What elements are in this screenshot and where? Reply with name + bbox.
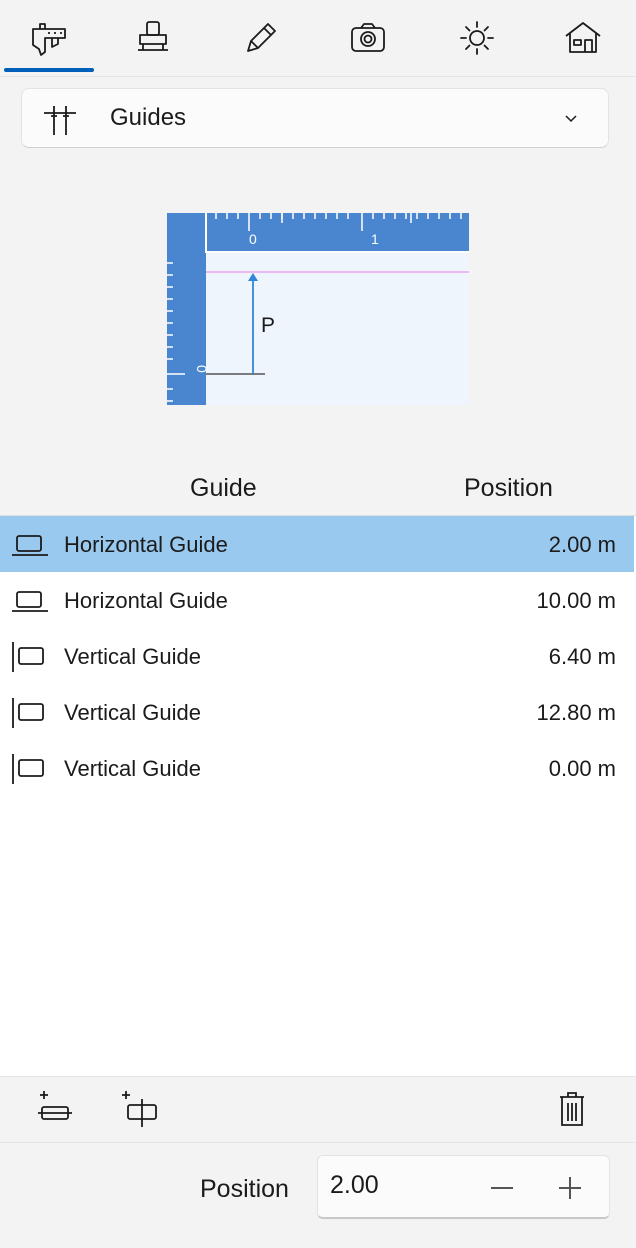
decrement-button[interactable]	[480, 1168, 524, 1208]
guide-row-position: 2.00 m	[548, 532, 616, 557]
chevron-down-icon	[565, 115, 577, 123]
pencil-icon	[247, 23, 276, 52]
sun-icon	[460, 21, 494, 55]
actions-divider	[0, 1142, 636, 1143]
column-header-position[interactable]: Position	[464, 474, 553, 503]
house-icon	[565, 22, 601, 53]
guide-row-position: 6.40 m	[548, 644, 616, 669]
horizontal-guide-icon	[12, 591, 48, 612]
delete-guide-button[interactable]	[550, 1087, 594, 1131]
add-vertical-guide-button[interactable]	[116, 1087, 160, 1131]
increment-button[interactable]	[548, 1168, 592, 1208]
guides-icon	[44, 106, 76, 135]
minus-icon	[491, 1187, 513, 1189]
guide-row-position: 0.00 m	[548, 756, 616, 781]
stamp-icon	[138, 21, 168, 51]
guide-row-label: Horizontal Guide	[64, 532, 228, 557]
left-ruler-tick-0: 0	[194, 365, 210, 373]
guide-row[interactable]: Vertical Guide 0.00 m	[0, 740, 634, 796]
guide-row-label: Vertical Guide	[64, 756, 201, 781]
guide-row-position: 10.00 m	[536, 588, 617, 613]
camera-icon	[351, 23, 385, 52]
column-header-guide[interactable]: Guide	[190, 474, 257, 503]
guide-row[interactable]: Horizontal Guide 10.00 m	[0, 572, 634, 628]
selected-tool-indicator	[4, 68, 94, 72]
tool-bar	[0, 0, 636, 76]
guide-list-header: Guide Position	[0, 468, 636, 516]
top-ruler	[167, 213, 469, 252]
add-horizontal-guide-button[interactable]	[34, 1087, 78, 1131]
guide-row-position: 12.80 m	[536, 700, 617, 725]
position-number-box[interactable]: 2.00	[317, 1155, 610, 1219]
tool-stamp[interactable]	[123, 10, 183, 66]
guide-list[interactable]: Horizontal Guide 2.00 m Horizontal Guide…	[0, 516, 636, 1076]
add-vertical-guide-icon	[122, 1091, 157, 1127]
position-label: Position	[200, 1175, 289, 1203]
trash-icon	[560, 1092, 584, 1126]
guide-row[interactable]: Horizontal Guide 2.00 m	[0, 516, 634, 572]
toolbar-divider	[0, 76, 636, 77]
vertical-guide-icon	[12, 698, 44, 728]
tool-house[interactable]	[553, 10, 613, 66]
left-ruler	[167, 213, 206, 405]
mode-dropdown[interactable]: Guides	[21, 88, 609, 148]
position-input[interactable]: 2.00	[330, 1170, 379, 1200]
guide-row-label: Vertical Guide	[64, 700, 201, 725]
guide-row-label: Vertical Guide	[64, 644, 201, 669]
tool-light[interactable]	[447, 10, 507, 66]
guide-actions-bar	[0, 1076, 636, 1142]
tool-pencil[interactable]	[231, 10, 291, 66]
plus-icon	[559, 1177, 581, 1199]
vertical-guide-icon	[12, 642, 44, 672]
caliper-icon	[32, 23, 66, 56]
top-ruler-tick-0: 0	[249, 231, 257, 247]
tool-caliper[interactable]	[20, 10, 80, 66]
vertical-guide-icon	[12, 754, 44, 784]
guide-illustration: 0 1 0 P	[167, 213, 469, 405]
horizontal-guide-icon	[12, 535, 48, 556]
guide-row[interactable]: Vertical Guide 6.40 m	[0, 628, 634, 684]
add-horizontal-guide-icon	[38, 1091, 72, 1120]
position-arrow-label: P	[261, 314, 275, 337]
mode-dropdown-label: Guides	[110, 104, 187, 131]
guide-row-label: Horizontal Guide	[64, 588, 228, 613]
guide-row[interactable]: Vertical Guide 12.80 m	[0, 684, 634, 740]
top-ruler-tick-1: 1	[371, 231, 379, 247]
tool-camera[interactable]	[338, 10, 398, 66]
